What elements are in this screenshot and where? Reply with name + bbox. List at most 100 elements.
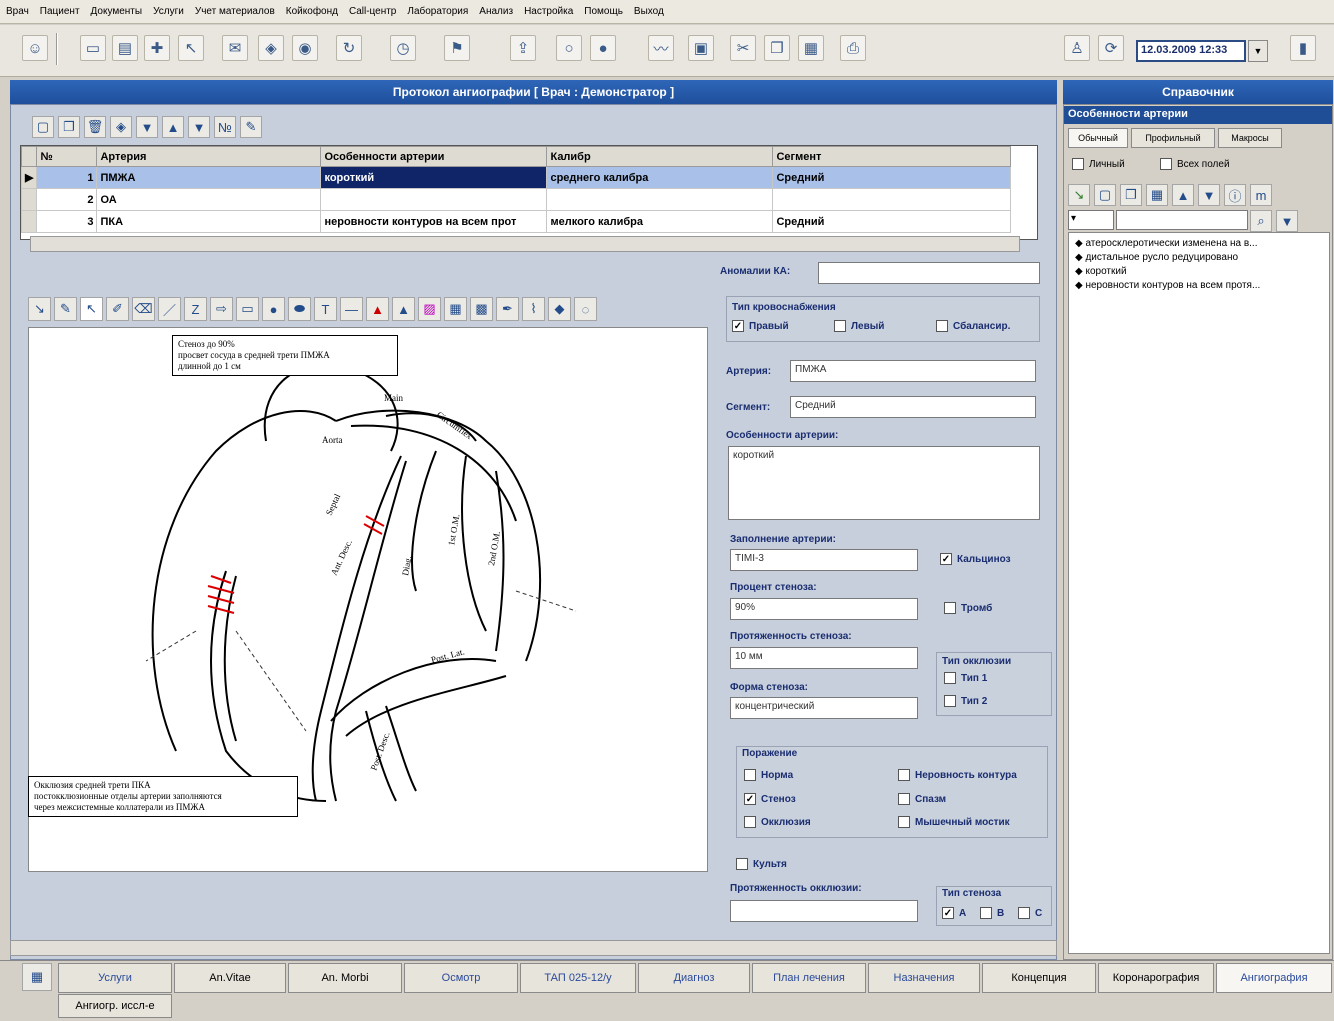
tab-angio-study[interactable]: Ангиогр. иссл-е bbox=[58, 994, 172, 1018]
checkbox-box[interactable] bbox=[936, 320, 948, 332]
copy-item-icon[interactable]: ❐ bbox=[1120, 184, 1142, 206]
list-item[interactable]: ◆ короткий bbox=[1075, 265, 1323, 279]
user-icon[interactable]: ♙ bbox=[1064, 35, 1090, 61]
eraser-tool-icon[interactable]: ⌫ bbox=[132, 297, 155, 321]
ref-tab-profile[interactable]: Профильный bbox=[1131, 128, 1215, 148]
menu-help[interactable]: Помощь bbox=[584, 6, 623, 17]
new-doc-icon[interactable]: ▤ bbox=[112, 35, 138, 61]
macro-icon[interactable]: m bbox=[1250, 184, 1272, 206]
edit-icon[interactable]: ✎ bbox=[240, 116, 262, 138]
checkbox-box[interactable]: ✓ bbox=[940, 553, 952, 565]
down-icon[interactable]: ▼ bbox=[1198, 184, 1220, 206]
tab-angiography[interactable]: Ангиография bbox=[1216, 963, 1332, 993]
stenosis-type-b-checkbox[interactable]: B bbox=[980, 907, 1004, 919]
new-item-icon[interactable]: ▢ bbox=[1094, 184, 1116, 206]
zigzag-tool-icon[interactable]: Z bbox=[184, 297, 207, 321]
scissors-icon[interactable]: ✂ bbox=[730, 35, 756, 61]
reference-search-input[interactable] bbox=[1116, 210, 1248, 230]
table-icon[interactable]: ▦ bbox=[1146, 184, 1168, 206]
col-caliber[interactable]: Калибр bbox=[546, 146, 774, 167]
line-color-icon[interactable]: ▲ bbox=[366, 297, 389, 321]
go-icon[interactable]: ● bbox=[590, 35, 616, 61]
table-row[interactable]: ▶ 1 ПМЖА короткий среднего калибра Средн… bbox=[20, 166, 1011, 189]
artery-input[interactable]: ПМЖА bbox=[790, 360, 1036, 382]
lesion-contour-checkbox[interactable]: Неровность контура bbox=[898, 769, 1017, 781]
menu-documents[interactable]: Документы bbox=[91, 6, 143, 17]
table-row[interactable]: 2 ОА bbox=[20, 188, 1011, 211]
chart-icon[interactable]: 〰 bbox=[648, 35, 674, 61]
rect-tool-icon[interactable]: ▭ bbox=[236, 297, 259, 321]
circle-tool-icon[interactable]: ● bbox=[262, 297, 285, 321]
palette-icon[interactable]: ◆ bbox=[548, 297, 571, 321]
tab-tap[interactable]: ТАП 025-12/у bbox=[520, 963, 636, 993]
lesion-spasm-checkbox[interactable]: Спазм bbox=[898, 793, 946, 805]
text-tool-icon[interactable]: T bbox=[314, 297, 337, 321]
ellipse-tool-icon[interactable]: ⬬ bbox=[288, 297, 311, 321]
personal-checkbox[interactable]: Личный bbox=[1072, 158, 1125, 170]
line-style-icon[interactable]: — bbox=[340, 297, 363, 321]
copy-record-icon[interactable]: ❐ bbox=[58, 116, 80, 138]
table-row[interactable]: 3 ПКА неровности контуров на всем прот м… bbox=[20, 210, 1011, 233]
cell-num[interactable]: 3 bbox=[36, 210, 98, 233]
checkbox-box[interactable] bbox=[898, 769, 910, 781]
stenosis-percent-input[interactable]: 90% bbox=[730, 598, 918, 620]
list-item[interactable]: ◆ дистальное русло редуцировано bbox=[1075, 251, 1323, 265]
lesion-stenosis-checkbox[interactable]: ✓ Стеноз bbox=[744, 793, 796, 805]
tab-services[interactable]: Услуги bbox=[58, 963, 172, 993]
cell-feature[interactable]: короткий bbox=[320, 166, 548, 189]
lock-icon[interactable]: ▮ bbox=[1290, 35, 1316, 61]
lesion-muscle-bridge-checkbox[interactable]: Мышечный мостик bbox=[898, 816, 1010, 828]
blood-supply-balanced-checkbox[interactable]: Сбалансир. bbox=[936, 320, 1010, 332]
cell-feature[interactable]: неровности контуров на всем прот bbox=[320, 210, 548, 233]
segment-input[interactable]: Средний bbox=[790, 396, 1036, 418]
blood-supply-left-checkbox[interactable]: Левый bbox=[834, 320, 884, 332]
reference-list[interactable]: ◆ атеросклеротически изменена на в... ◆ … bbox=[1068, 232, 1330, 954]
menu-beds[interactable]: Койкофонд bbox=[286, 6, 338, 17]
menu-lab[interactable]: Лаборатория bbox=[407, 6, 468, 17]
doctor-icon[interactable]: ☺ bbox=[22, 35, 48, 61]
tab-diagnosis[interactable]: Диагноз bbox=[638, 963, 750, 993]
clock-icon[interactable]: ◷ bbox=[390, 35, 416, 61]
stamp-icon[interactable]: ▩ bbox=[470, 297, 493, 321]
tab-treatment-plan[interactable]: План лечения bbox=[752, 963, 866, 993]
features-textarea[interactable]: короткий bbox=[728, 446, 1040, 520]
cell-num[interactable]: 1 bbox=[36, 166, 98, 189]
tab-an-vitae[interactable]: An.Vitae bbox=[174, 963, 286, 993]
filling-input[interactable]: TIMI-3 bbox=[730, 549, 918, 571]
checkbox-box[interactable] bbox=[744, 816, 756, 828]
coronary-diagram[interactable]: Main Circumflex Aorta Septal Ant. Desc. … bbox=[136, 331, 602, 825]
reset-icon[interactable]: ◌ bbox=[574, 297, 597, 321]
up-icon[interactable]: ▲ bbox=[1172, 184, 1194, 206]
filter-icon[interactable]: ▼ bbox=[1276, 210, 1298, 232]
grid-horizontal-scrollbar[interactable] bbox=[30, 236, 1020, 252]
col-feature[interactable]: Особенности артерии bbox=[320, 146, 548, 167]
tab-prescriptions[interactable]: Назначения bbox=[868, 963, 980, 993]
cell-num[interactable]: 2 bbox=[36, 188, 98, 211]
chevron-down-icon[interactable]: ▼ bbox=[1248, 40, 1268, 62]
menu-callcenter[interactable]: Call-центр bbox=[349, 6, 396, 17]
ref-tab-macros[interactable]: Макросы bbox=[1218, 128, 1282, 148]
view-mode-dropdown[interactable]: ▾ bbox=[1068, 210, 1114, 230]
col-segment[interactable]: Сегмент bbox=[772, 146, 1011, 167]
col-artery[interactable]: Артерия bbox=[96, 146, 322, 167]
checkbox-box[interactable] bbox=[944, 695, 956, 707]
circle-icon[interactable]: ○ bbox=[556, 35, 582, 61]
add-doc-icon[interactable]: ✚ bbox=[144, 35, 170, 61]
tab-examination[interactable]: Осмотр bbox=[404, 963, 518, 993]
checkbox-box[interactable] bbox=[736, 858, 748, 870]
cell-caliber[interactable] bbox=[546, 188, 774, 211]
cell-feature[interactable] bbox=[320, 188, 548, 211]
mail-icon[interactable]: ✉ bbox=[222, 35, 248, 61]
tab-an-morbi[interactable]: An. Morbi bbox=[288, 963, 402, 993]
cell-caliber[interactable]: мелкого калибра bbox=[546, 210, 774, 233]
cell-artery[interactable]: ПМЖА bbox=[96, 166, 322, 189]
brush-tool-icon[interactable]: ✐ bbox=[106, 297, 129, 321]
arrow-tool-icon[interactable]: ↘ bbox=[28, 297, 51, 321]
select-tool-icon[interactable]: ↖ bbox=[80, 297, 103, 321]
menu-materials[interactable]: Учет материалов bbox=[195, 6, 275, 17]
tab-concept[interactable]: Концепция bbox=[982, 963, 1096, 993]
canvas-horizontal-scrollbar[interactable] bbox=[10, 940, 1057, 956]
calcinosis-checkbox[interactable]: ✓ Кальциноз bbox=[940, 553, 1011, 565]
move-up-icon[interactable]: ▲ bbox=[162, 116, 184, 138]
arteries-grid[interactable]: № Артерия Особенности артерии Калибр Сег… bbox=[20, 145, 1038, 240]
